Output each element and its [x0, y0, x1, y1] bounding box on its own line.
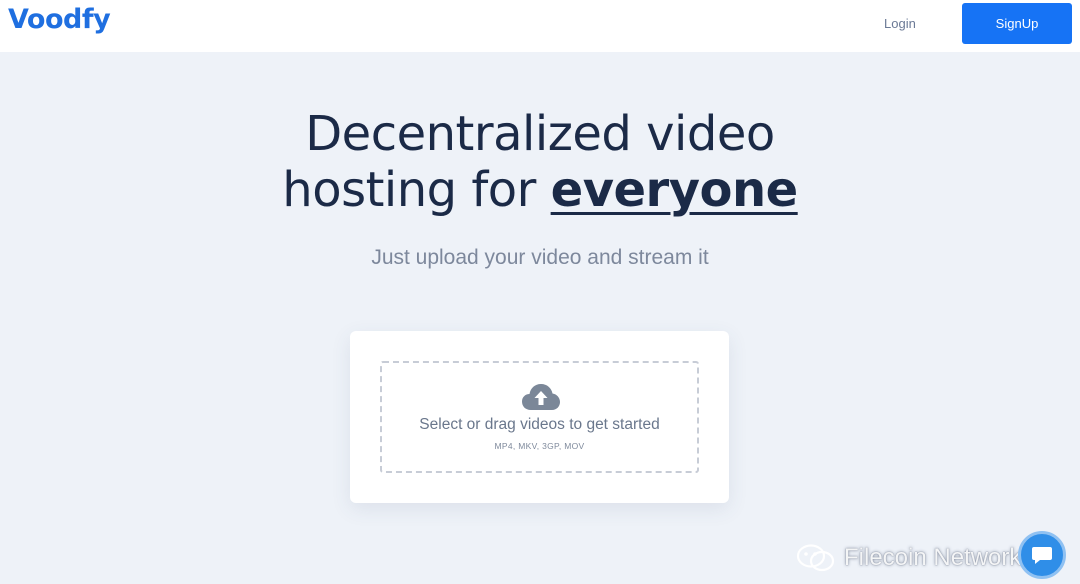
hero-title-prefix: hosting for: [282, 162, 551, 218]
hero-title-line-1: Decentralized video: [305, 106, 775, 162]
chat-bubble-icon: [1032, 547, 1052, 564]
supported-formats: MP4, MKV, 3GP, MOV: [494, 441, 585, 451]
chat-button[interactable]: [1018, 531, 1066, 579]
hero-title-line-2: hosting for everyone: [0, 162, 1080, 218]
hero-subtitle: Just upload your video and stream it: [371, 246, 709, 269]
hero-title: Decentralized video hosting for everyone: [0, 106, 1080, 218]
upload-card: Select or drag videos to get started MP4…: [350, 331, 729, 503]
upload-dropzone[interactable]: Select or drag videos to get started MP4…: [380, 361, 699, 473]
signup-button[interactable]: SignUp: [962, 3, 1072, 44]
cloud-upload-icon: [522, 384, 560, 410]
watermark-text: Filecoin Network: [844, 544, 1022, 571]
hero-title-emphasis: everyone: [550, 162, 799, 218]
login-link[interactable]: Login: [884, 16, 916, 31]
watermark: Filecoin Network: [796, 544, 1021, 572]
brand-logo[interactable]: Voodfy: [8, 4, 111, 35]
upload-prompt: Select or drag videos to get started: [419, 416, 660, 433]
top-nav: Voodfy Login SignUp: [0, 0, 1080, 52]
wechat-icon: [796, 544, 835, 572]
